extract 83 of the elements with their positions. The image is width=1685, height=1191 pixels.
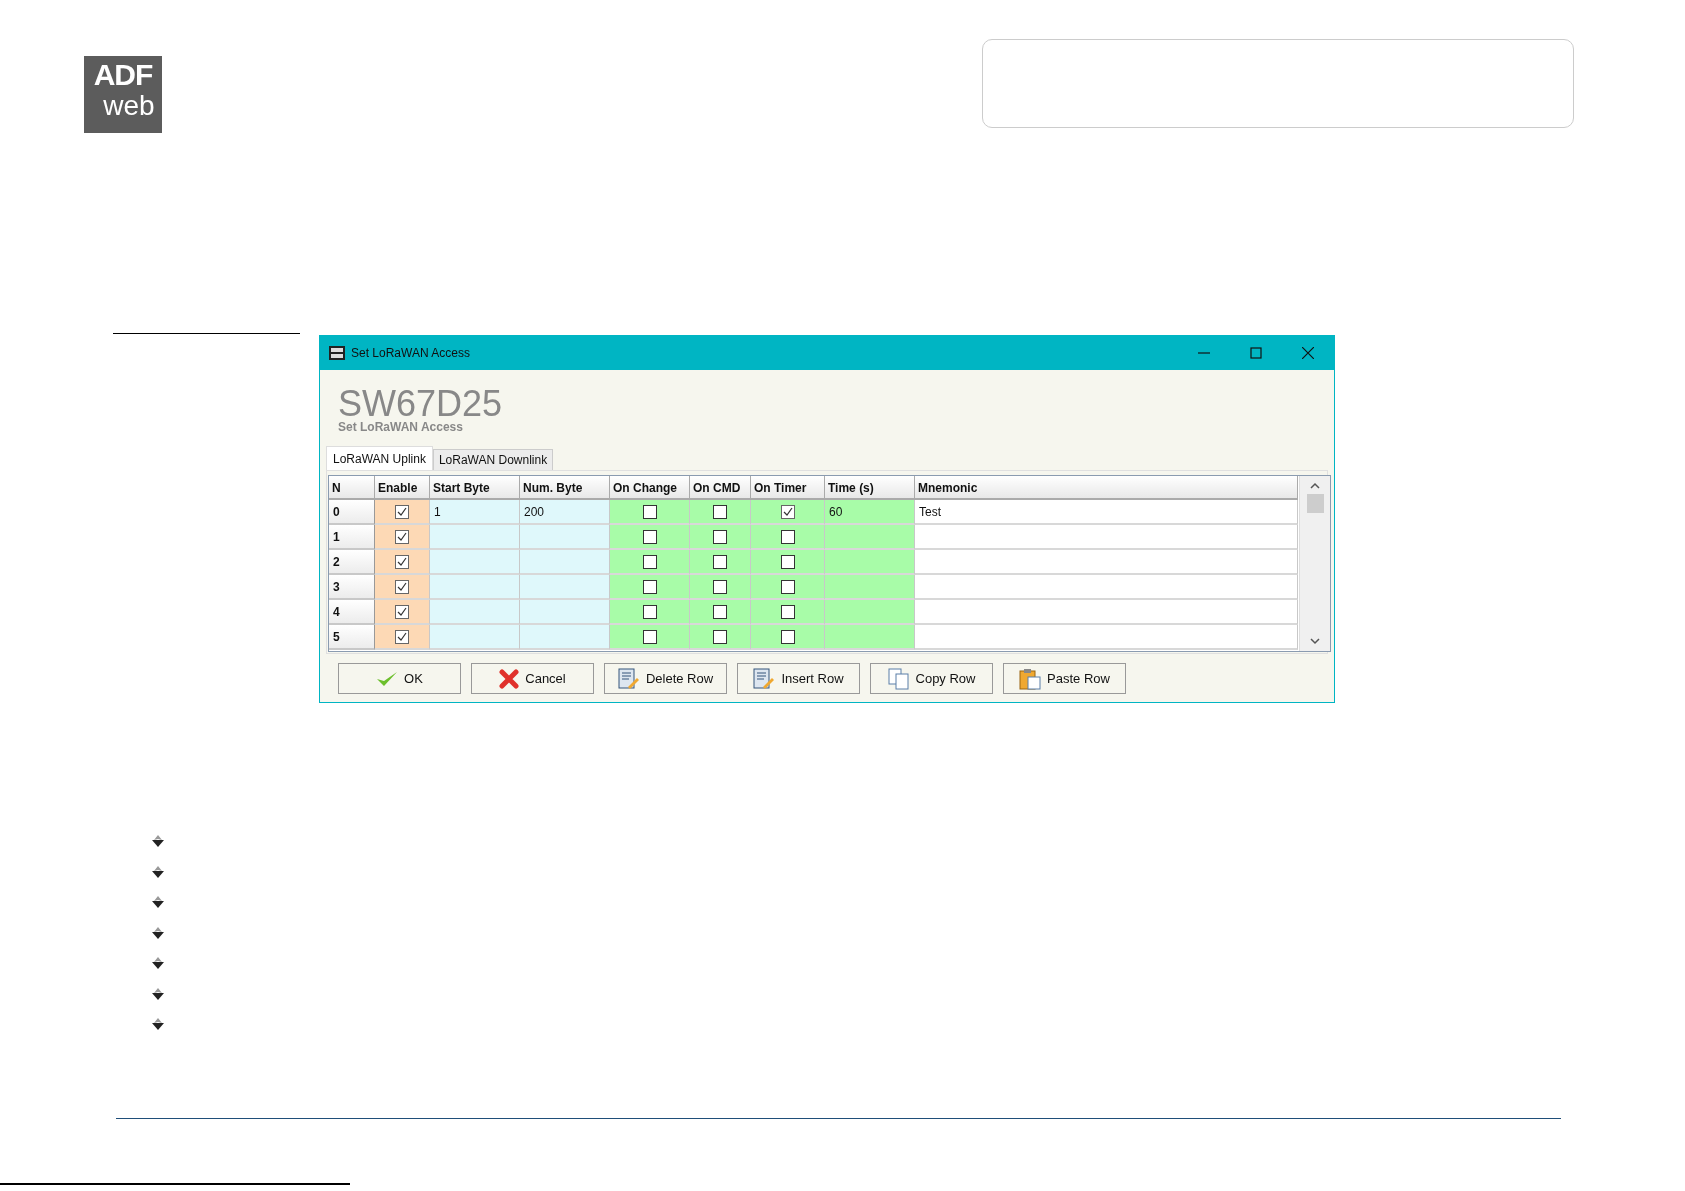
app-icon	[329, 346, 345, 360]
checkbox[interactable]	[642, 504, 657, 519]
action-button[interactable]: Copy Row	[870, 663, 993, 694]
check-icon	[396, 580, 408, 593]
checkbox[interactable]	[395, 629, 409, 644]
column-header: On Timer	[751, 476, 825, 500]
action-button[interactable]: OK	[338, 663, 461, 694]
column-header: On Change	[610, 476, 690, 500]
dialog-subtitle: Set LoRaWAN Access	[338, 420, 464, 434]
window-title: Set LoRaWAN Access	[351, 346, 470, 360]
check-icon	[396, 630, 408, 643]
check-icon	[396, 605, 408, 618]
checkbox[interactable]	[395, 579, 409, 594]
cross-icon	[499, 668, 520, 689]
document-pencil-icon	[753, 667, 776, 690]
checkbox[interactable]	[642, 629, 657, 644]
check-icon	[781, 505, 794, 518]
checkbox[interactable]	[780, 504, 795, 519]
copy-pages-icon	[887, 667, 910, 690]
row-header: 3	[329, 575, 375, 600]
column-header: Num. Byte	[520, 476, 610, 500]
column-header: Time (s)	[825, 476, 915, 500]
checkbox[interactable]	[780, 579, 795, 594]
column-header: N	[329, 476, 375, 500]
maximize-icon	[1250, 347, 1262, 359]
row-header: 1	[329, 525, 375, 550]
bullet-icon	[152, 1018, 164, 1030]
table-cell: Test	[915, 500, 1298, 525]
tab[interactable]: LoRaWAN Downlink	[432, 449, 554, 470]
checkbox[interactable]	[713, 529, 727, 544]
row-header: 4	[329, 600, 375, 625]
column-header: Mnemonic	[915, 476, 1298, 500]
action-button[interactable]: Delete Row	[604, 663, 727, 694]
checkbox[interactable]	[713, 629, 727, 644]
document-pencil-icon	[617, 667, 640, 690]
logo-text: web	[103, 92, 155, 120]
row-header: 2	[329, 550, 375, 575]
bullet-icon	[152, 926, 164, 939]
bullet-icon	[152, 896, 164, 908]
checkbox[interactable]	[713, 604, 727, 619]
checkbox[interactable]	[713, 504, 727, 519]
check-icon	[396, 505, 408, 518]
action-button[interactable]: Cancel	[471, 663, 594, 694]
checkbox[interactable]	[395, 604, 409, 619]
checkbox[interactable]	[780, 604, 795, 619]
checkbox[interactable]	[642, 604, 657, 619]
check-icon	[396, 530, 408, 543]
bullet-icon	[152, 987, 164, 1000]
checkbox[interactable]	[642, 554, 657, 569]
checkbox[interactable]	[395, 529, 409, 544]
close-icon	[1302, 347, 1314, 359]
check-icon	[396, 555, 408, 568]
column-header: On CMD	[690, 476, 751, 500]
action-button[interactable]: Insert Row	[737, 663, 860, 694]
bullet-icon	[152, 835, 164, 847]
logo-text: ADF	[93, 60, 153, 90]
up-caret-icon	[1310, 482, 1320, 490]
checkbox[interactable]	[713, 579, 727, 594]
action-button[interactable]: Paste Row	[1003, 663, 1126, 694]
row-header: 5	[329, 625, 375, 650]
checkbox[interactable]	[642, 529, 657, 544]
checkbox[interactable]	[713, 554, 727, 569]
check-icon	[376, 669, 399, 688]
table-cell: 60	[825, 500, 915, 525]
tab[interactable]: LoRaWAN Uplink	[326, 446, 433, 470]
table-cell: 1	[430, 500, 520, 525]
checkbox[interactable]	[780, 554, 795, 569]
checkbox[interactable]	[642, 579, 657, 594]
bullet-icon	[152, 865, 164, 878]
scrollbar-thumb[interactable]	[1306, 494, 1324, 513]
table-cell: 200	[520, 500, 610, 525]
down-caret-icon	[1310, 637, 1320, 645]
checkbox[interactable]	[395, 554, 409, 569]
clipboard-icon	[1019, 667, 1042, 690]
column-header: Start Byte	[430, 476, 520, 500]
checkbox[interactable]	[780, 529, 795, 544]
row-header: 0	[329, 500, 375, 525]
product-heading: SW67D25	[338, 386, 504, 422]
checkbox[interactable]	[780, 629, 795, 644]
scrollbar[interactable]	[1299, 476, 1330, 651]
column-header: Enable	[375, 476, 430, 500]
bullet-icon	[152, 957, 164, 969]
checkbox[interactable]	[395, 504, 409, 519]
